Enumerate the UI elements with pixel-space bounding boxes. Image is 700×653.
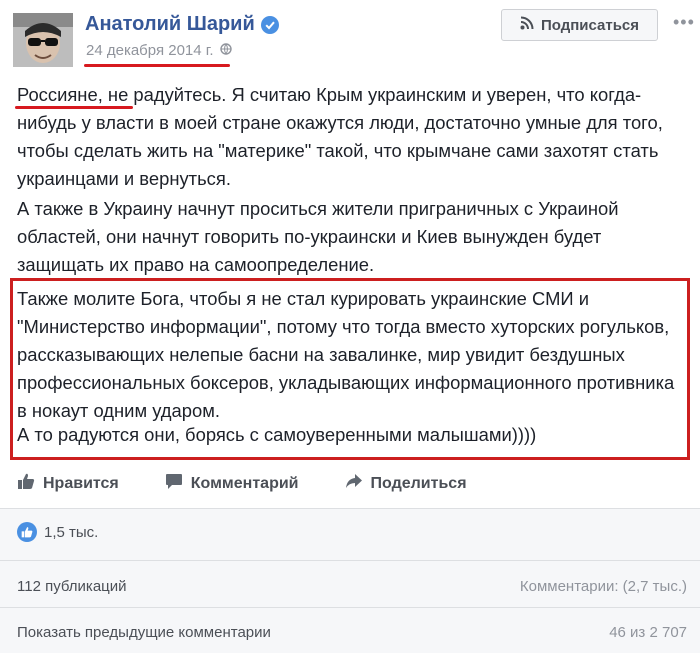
post-paragraph-2: А также в Украину начнут проситься жител…: [17, 198, 619, 275]
like-reaction-icon: [17, 522, 37, 542]
show-previous-comments-link[interactable]: Показать предыдущие комментарии: [17, 624, 271, 641]
comment-pagination-count: 46 из 2 707: [609, 624, 687, 641]
reactions-summary[interactable]: 1,5 тыс.: [17, 522, 98, 542]
like-button[interactable]: Нравится: [17, 472, 119, 495]
annotation-underline: [15, 106, 133, 109]
share-button[interactable]: Поделиться: [345, 472, 467, 495]
share-arrow-icon: [345, 472, 363, 495]
share-label: Поделиться: [370, 474, 467, 492]
post-timestamp[interactable]: 24 декабря 2014 г.: [86, 42, 232, 59]
post-paragraph-3: Также молите Бога, чтобы я не стал курир…: [17, 288, 675, 421]
verified-badge-icon: [260, 15, 279, 34]
subscribe-button[interactable]: Подписаться: [501, 9, 658, 41]
like-label: Нравится: [43, 474, 119, 492]
action-bar: Нравится Комментарий Поделиться: [17, 472, 467, 495]
comment-button[interactable]: Комментарий: [165, 472, 299, 495]
divider: [0, 560, 700, 561]
more-icon[interactable]: •••: [673, 12, 695, 33]
speech-bubble-icon: [165, 472, 183, 495]
subscribe-label: Подписаться: [540, 16, 640, 34]
date-red-underline: [84, 64, 230, 67]
author-avatar[interactable]: [13, 13, 73, 67]
author-name-link[interactable]: Анатолий Шарий: [85, 13, 279, 36]
post-paragraph-1: Россияне, не радуйтесь. Я считаю Крым ук…: [17, 84, 663, 189]
author-name[interactable]: Анатолий Шарий: [85, 13, 255, 36]
divider: [0, 607, 700, 608]
rss-icon: [520, 16, 534, 34]
post-date[interactable]: 24 декабря 2014 г.: [86, 42, 214, 59]
globe-icon: [219, 42, 232, 59]
thumbs-up-icon: [17, 472, 35, 495]
shares-count[interactable]: 112 публикаций: [17, 578, 127, 595]
comments-count[interactable]: Комментарии: (2,7 тыс.): [520, 578, 687, 595]
reactions-count[interactable]: 1,5 тыс.: [44, 524, 98, 541]
comment-label: Комментарий: [190, 474, 299, 492]
post-paragraph-4: А то радуются они, борясь с самоуверенны…: [17, 424, 537, 445]
facebook-post: Анатолий Шарий 24 декабря 2014 г. Подпис…: [0, 0, 700, 653]
